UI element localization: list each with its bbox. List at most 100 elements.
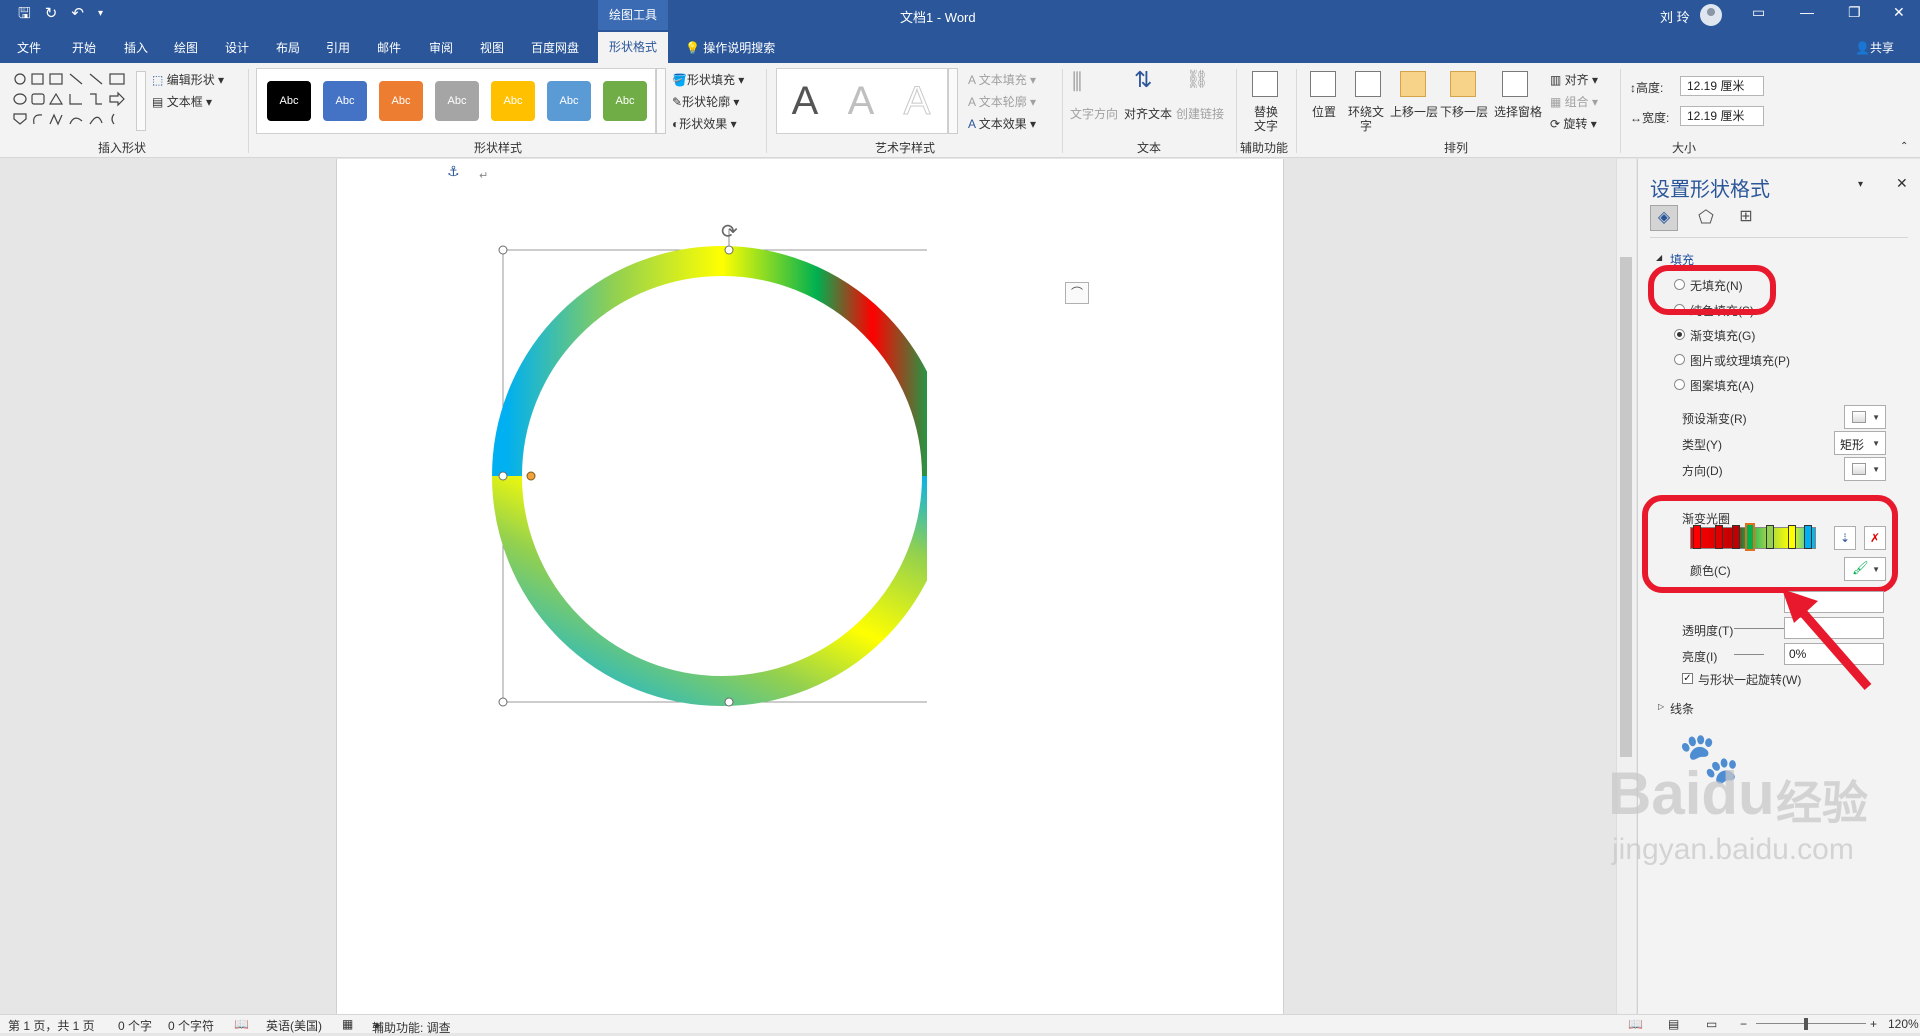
shape-fill-button[interactable]: 🪣形状填充 ▾ [672, 71, 744, 88]
shape-style-preset[interactable]: Abc [547, 81, 591, 121]
scrollbar-thumb[interactable] [1620, 257, 1632, 757]
send-backward-button[interactable]: 下移一层 [1440, 103, 1488, 120]
layout-options-icon[interactable]: ⌒ [1065, 282, 1089, 304]
undo-icon[interactable]: ↶ [71, 6, 84, 22]
text-outline-button[interactable]: A 文本轮廓 ▾ [968, 93, 1036, 110]
shape-gallery-scroll[interactable] [136, 71, 146, 131]
tab-references[interactable]: 引用 [326, 39, 350, 56]
print-layout-icon[interactable]: ▤ [1668, 1017, 1679, 1031]
vertical-scrollbar[interactable] [1616, 159, 1636, 1014]
collapse-ribbon-icon[interactable]: ⌃ [1900, 141, 1908, 152]
position-button[interactable]: 位置 [1312, 103, 1336, 120]
rotate-button[interactable]: ⟳ 旋转 ▾ [1550, 115, 1597, 132]
status-page[interactable]: 第 1 页，共 1 页 [8, 1017, 95, 1034]
shape-style-preset[interactable]: Abc [323, 81, 367, 121]
shape-outline-button[interactable]: ✎形状轮廓 ▾ [672, 93, 739, 110]
web-layout-icon[interactable]: ▭ [1706, 1017, 1717, 1031]
close-pane-icon[interactable]: ✕ [1896, 175, 1908, 192]
brightness-slider[interactable] [1734, 654, 1764, 655]
collapse-fill-icon[interactable]: ◢ [1656, 253, 1662, 262]
shape-style-preset[interactable]: Abc [491, 81, 535, 121]
pane-options-icon[interactable]: ▾ [1858, 179, 1863, 190]
shape-style-preset[interactable]: Abc [379, 81, 423, 121]
zoom-level[interactable]: 120% [1888, 1017, 1919, 1031]
gradient-fill-label[interactable]: 渐变填充(G) [1690, 327, 1755, 344]
direction-dropdown[interactable]: ▼ [1844, 457, 1886, 481]
text-effects-button[interactable]: A 文本效果 ▾ [968, 115, 1036, 132]
edit-shape-button[interactable]: ⬚ 编辑形状 ▾ [152, 71, 224, 88]
pattern-fill-radio[interactable] [1674, 379, 1685, 390]
zoom-slider[interactable] [1756, 1023, 1866, 1024]
zoom-in-icon[interactable]: + [1870, 1017, 1877, 1031]
layout-properties-tab-icon[interactable]: ⊞ [1732, 205, 1760, 231]
resize-handle[interactable] [724, 245, 734, 255]
document-page[interactable]: ⚓ ↵ ⟳ ⌒ [336, 159, 1284, 1014]
picture-fill-label[interactable]: 图片或纹理填充(P) [1690, 352, 1790, 369]
wordart-gallery-scroll[interactable] [948, 68, 958, 134]
tab-shape-format[interactable]: 形状格式 [598, 32, 668, 63]
tab-insert[interactable]: 插入 [124, 39, 148, 56]
tell-me-search[interactable]: 💡 操作说明搜索 [685, 39, 775, 56]
avatar[interactable] [1700, 4, 1722, 26]
save-icon[interactable]: 🖫 [18, 6, 31, 22]
status-words[interactable]: 0 个字 [118, 1017, 152, 1034]
tab-review[interactable]: 审阅 [429, 39, 453, 56]
adjust-handle[interactable] [526, 471, 536, 481]
type-dropdown[interactable]: 矩形 ▼ [1834, 431, 1886, 455]
zoom-slider-thumb[interactable] [1804, 1018, 1808, 1030]
ribbon-display-icon[interactable]: ▭ [1752, 4, 1765, 21]
rotate-handle-icon[interactable]: ⟳ [721, 219, 738, 244]
resize-handle[interactable] [498, 697, 508, 707]
bring-forward-button[interactable]: 上移一层 [1390, 103, 1438, 120]
tab-layout[interactable]: 布局 [276, 39, 300, 56]
proofing-icon[interactable]: 📖 [234, 1017, 249, 1031]
rotate-with-shape-checkbox[interactable]: ✓ [1682, 673, 1693, 684]
expand-line-icon[interactable]: ▷ [1658, 702, 1664, 711]
gradient-fill-radio[interactable] [1674, 329, 1685, 340]
redo-icon[interactable]: ↻ [45, 6, 58, 22]
pattern-fill-label[interactable]: 图案填充(A) [1690, 377, 1754, 394]
text-direction-button[interactable]: 文字方向 [1070, 105, 1118, 122]
wordart-preset[interactable]: A [893, 77, 941, 125]
align-text-button[interactable]: 对齐文本 [1124, 105, 1172, 122]
zoom-out-icon[interactable]: − [1740, 1017, 1747, 1031]
selected-ring-shape[interactable] [487, 229, 927, 729]
shape-effects-button[interactable]: ◐形状效果 ▾ [672, 115, 737, 132]
text-box-button[interactable]: ▤ 文本框 ▾ [152, 93, 212, 110]
preset-gradient-dropdown[interactable]: ▼ [1844, 405, 1886, 429]
customize-qat-icon[interactable]: ▾ [98, 6, 103, 22]
height-input[interactable]: 12.19 厘米 [1680, 76, 1764, 96]
read-mode-icon[interactable]: 📖 [1628, 1017, 1643, 1031]
effects-tab-icon[interactable]: ⬠ [1692, 205, 1720, 231]
status-chars[interactable]: 0 个字符 [168, 1017, 214, 1034]
align-button[interactable]: ▥ 对齐 ▾ [1550, 71, 1598, 88]
tab-draw[interactable]: 绘图 [174, 39, 198, 56]
shape-gallery[interactable] [10, 71, 145, 133]
tab-baidu-netdisk[interactable]: 百度网盘 [531, 39, 579, 56]
user-name[interactable]: 刘 玲 [1660, 7, 1690, 26]
shape-styles-scroll[interactable] [656, 68, 666, 134]
resize-handle[interactable] [498, 245, 508, 255]
create-link-button[interactable]: 创建链接 [1176, 105, 1224, 122]
shape-style-preset[interactable]: Abc [267, 81, 311, 121]
width-input[interactable]: 12.19 厘米 [1680, 106, 1764, 126]
group-button[interactable]: ▦ 组合 ▾ [1550, 93, 1598, 110]
tab-view[interactable]: 视图 [480, 39, 504, 56]
resize-handle[interactable] [724, 697, 734, 707]
tab-mailings[interactable]: 邮件 [377, 39, 401, 56]
share-button[interactable]: 👤共享 [1855, 39, 1894, 56]
maximize-icon[interactable]: ❐ [1848, 4, 1861, 21]
wrap-text-button-line2[interactable]: 字 [1360, 117, 1372, 134]
tab-file[interactable]: 文件 [17, 39, 41, 56]
status-language[interactable]: 英语(美国) [266, 1017, 322, 1034]
wordart-preset[interactable]: A [837, 77, 885, 125]
alt-text-button-line2[interactable]: 文字 [1254, 117, 1278, 134]
selection-pane-button[interactable]: 选择窗格 [1494, 103, 1542, 120]
section-line-header[interactable]: 线条 [1670, 700, 1694, 717]
resize-handle[interactable] [498, 471, 508, 481]
tab-design[interactable]: 设计 [225, 39, 249, 56]
wordart-preset[interactable]: A [781, 77, 829, 125]
minimize-icon[interactable]: — [1800, 4, 1814, 20]
macro-icon[interactable]: ▦ [342, 1017, 353, 1031]
tab-home[interactable]: 开始 [72, 39, 96, 56]
